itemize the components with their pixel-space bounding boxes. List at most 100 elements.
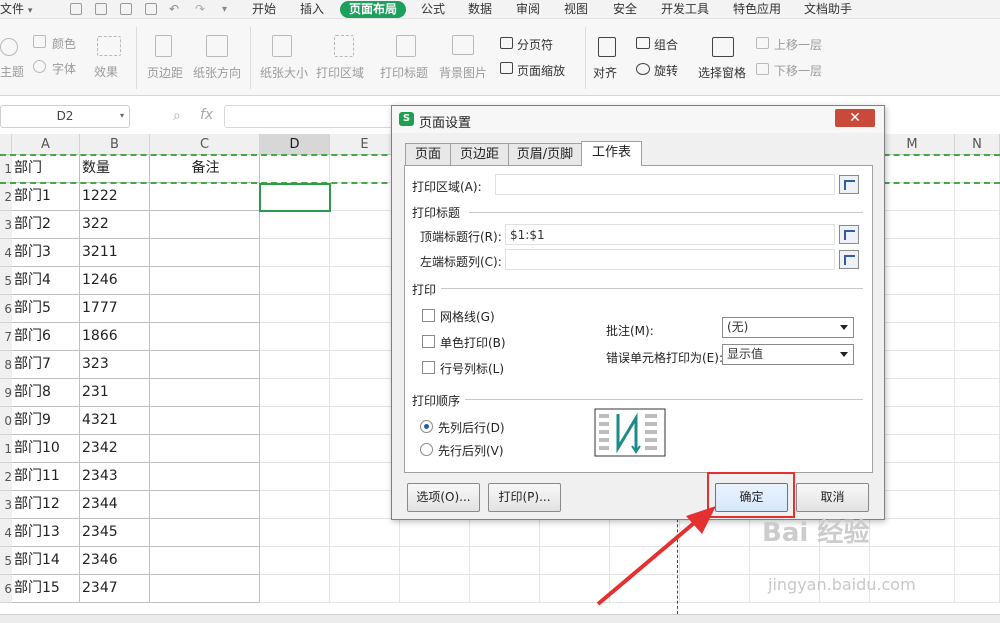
row-header[interactable]: 8: [0, 351, 12, 379]
export-icon[interactable]: [95, 3, 107, 15]
column-header-d[interactable]: D: [260, 134, 330, 155]
empty-cell[interactable]: [150, 211, 260, 239]
table-cell[interactable]: 2344: [80, 491, 150, 519]
errors-select[interactable]: 显示值: [722, 344, 854, 365]
row-header[interactable]: 3: [0, 491, 12, 519]
table-cell[interactable]: 部门12: [12, 491, 80, 519]
page-zoom-button[interactable]: 页面缩放: [517, 62, 565, 79]
save-icon[interactable]: [70, 3, 82, 15]
left-cols-input[interactable]: [505, 249, 835, 270]
column-header-a[interactable]: A: [12, 134, 80, 155]
header-cell[interactable]: 部门: [12, 155, 80, 183]
empty-cell[interactable]: [150, 295, 260, 323]
empty-cell[interactable]: [150, 183, 260, 211]
page-break-button[interactable]: 分页符: [517, 36, 553, 53]
empty-cell[interactable]: [150, 239, 260, 267]
table-cell[interactable]: 1866: [80, 323, 150, 351]
table-cell[interactable]: 部门13: [12, 519, 80, 547]
margin-button[interactable]: 页边距: [147, 64, 183, 81]
table-cell[interactable]: 2345: [80, 519, 150, 547]
table-cell[interactable]: 2347: [80, 575, 150, 603]
color-button[interactable]: 颜色: [52, 35, 76, 52]
table-cell[interactable]: 部门7: [12, 351, 80, 379]
background-image-button[interactable]: 背景图片: [439, 64, 487, 81]
table-cell[interactable]: 1777: [80, 295, 150, 323]
tab-security[interactable]: 安全: [613, 1, 637, 18]
column-header-n[interactable]: N: [955, 134, 1000, 155]
row-header[interactable]: 6: [0, 295, 12, 323]
empty-cell[interactable]: [150, 351, 260, 379]
file-menu[interactable]: 文件 ▾: [0, 1, 32, 18]
tab-formulas[interactable]: 公式: [421, 1, 445, 18]
fx-icon[interactable]: fx: [200, 107, 213, 123]
tab-data[interactable]: 数据: [468, 1, 492, 18]
table-cell[interactable]: 231: [80, 379, 150, 407]
table-cell[interactable]: 2346: [80, 547, 150, 575]
table-cell[interactable]: 部门15: [12, 575, 80, 603]
table-cell[interactable]: 部门2: [12, 211, 80, 239]
row-header[interactable]: 5: [0, 547, 12, 575]
font-button[interactable]: 字体: [52, 60, 76, 77]
empty-cell[interactable]: [150, 519, 260, 547]
print-area-input[interactable]: [495, 174, 835, 195]
column-header-b[interactable]: B: [80, 134, 150, 155]
empty-cell[interactable]: [150, 547, 260, 575]
tab-review[interactable]: 审阅: [516, 1, 540, 18]
chevron-down-icon[interactable]: ▾: [120, 111, 124, 120]
tab-insert[interactable]: 插入: [300, 1, 324, 18]
close-button[interactable]: ✕: [835, 109, 875, 127]
table-cell[interactable]: 4321: [80, 407, 150, 435]
cancel-button[interactable]: 取消: [796, 483, 869, 512]
row-header[interactable]: 4: [0, 239, 12, 267]
top-rows-picker-icon[interactable]: [839, 225, 859, 244]
print-area-button[interactable]: 打印区域: [316, 64, 364, 81]
table-cell[interactable]: 部门6: [12, 323, 80, 351]
column-header-e[interactable]: E: [330, 134, 400, 155]
table-cell[interactable]: 部门11: [12, 463, 80, 491]
table-cell[interactable]: 部门14: [12, 547, 80, 575]
row-header[interactable]: 1: [0, 155, 12, 183]
column-header-c[interactable]: C: [150, 134, 260, 155]
table-cell[interactable]: 2343: [80, 463, 150, 491]
table-cell[interactable]: 部门3: [12, 239, 80, 267]
gridlines-checkbox[interactable]: [422, 309, 435, 322]
undo-icon[interactable]: ↶: [169, 1, 179, 18]
row-header[interactable]: 6: [0, 575, 12, 603]
empty-cell[interactable]: [150, 491, 260, 519]
tab-sheet[interactable]: 工作表: [581, 141, 642, 166]
print-icon[interactable]: [120, 3, 132, 15]
table-cell[interactable]: 部门4: [12, 267, 80, 295]
table-cell[interactable]: 部门8: [12, 379, 80, 407]
tab-page-layout[interactable]: 页面布局: [340, 1, 407, 18]
down-then-over-radio[interactable]: [420, 420, 433, 433]
tab-special[interactable]: 特色应用: [733, 1, 781, 18]
row-header[interactable]: 2: [0, 183, 12, 211]
row-col-headers-checkbox[interactable]: [422, 361, 435, 374]
empty-cell[interactable]: [150, 407, 260, 435]
send-backward-button[interactable]: 下移一层: [774, 62, 822, 79]
select-all-corner[interactable]: [0, 134, 12, 155]
comments-select[interactable]: (无): [722, 317, 854, 338]
tab-home[interactable]: 开始: [252, 1, 276, 18]
tab-page[interactable]: 页面: [405, 143, 451, 166]
empty-cell[interactable]: [150, 379, 260, 407]
table-cell[interactable]: 部门1: [12, 183, 80, 211]
over-then-down-radio[interactable]: [420, 443, 433, 456]
row-header[interactable]: 2: [0, 463, 12, 491]
theme-button[interactable]: 主题: [0, 63, 24, 80]
tab-developer[interactable]: 开发工具: [661, 1, 709, 18]
zoom-icon[interactable]: ⌕: [173, 108, 181, 124]
tab-header-footer[interactable]: 页眉/页脚: [508, 143, 582, 166]
row-header[interactable]: 9: [0, 379, 12, 407]
empty-cell[interactable]: [150, 575, 260, 603]
empty-cell[interactable]: [150, 323, 260, 351]
table-cell[interactable]: 2342: [80, 435, 150, 463]
table-cell[interactable]: 1246: [80, 267, 150, 295]
top-rows-input[interactable]: $1:$1: [505, 224, 835, 245]
table-cell[interactable]: 部门5: [12, 295, 80, 323]
orientation-button[interactable]: 纸张方向: [193, 64, 241, 81]
print-area-picker-icon[interactable]: [839, 175, 859, 194]
left-cols-picker-icon[interactable]: [839, 250, 859, 269]
table-cell[interactable]: 1222: [80, 183, 150, 211]
paper-size-button[interactable]: 纸张大小: [260, 64, 308, 81]
